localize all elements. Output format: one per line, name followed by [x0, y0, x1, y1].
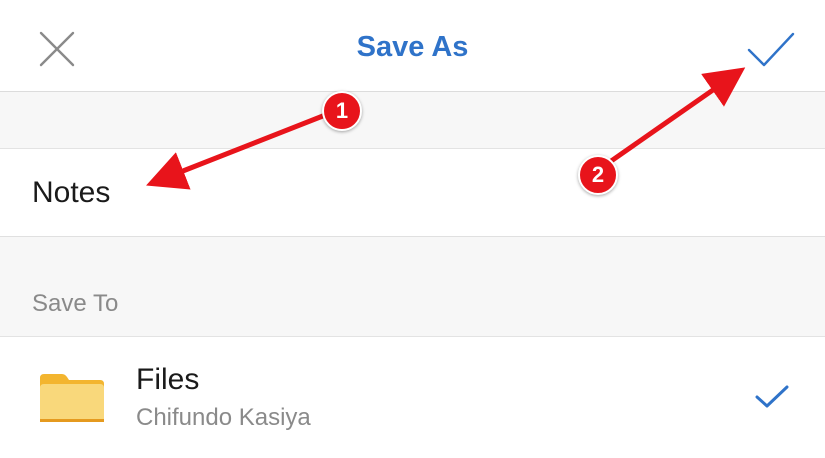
save-as-screen: Save As Save To Files Chifundo Kasiya [0, 0, 825, 458]
save-to-section-header: Save To [0, 237, 825, 337]
location-item-files[interactable]: Files Chifundo Kasiya [0, 337, 825, 458]
page-title: Save As [356, 31, 469, 63]
annotation-marker-2: 2 [578, 155, 618, 195]
annotation-marker-1: 1 [322, 91, 362, 131]
location-name: Files [136, 363, 200, 396]
confirm-save-button[interactable] [740, 24, 802, 78]
section-header-label: Save To [32, 290, 119, 317]
location-owner: Chifundo Kasiya [136, 404, 311, 431]
filename-input[interactable] [32, 173, 792, 213]
folder-icon [40, 374, 104, 422]
selected-checkmark-icon [755, 385, 789, 408]
filename-row [0, 149, 825, 237]
checkmark-icon [747, 32, 795, 67]
spacer-band [0, 92, 825, 149]
navigation-bar: Save As [0, 0, 825, 92]
